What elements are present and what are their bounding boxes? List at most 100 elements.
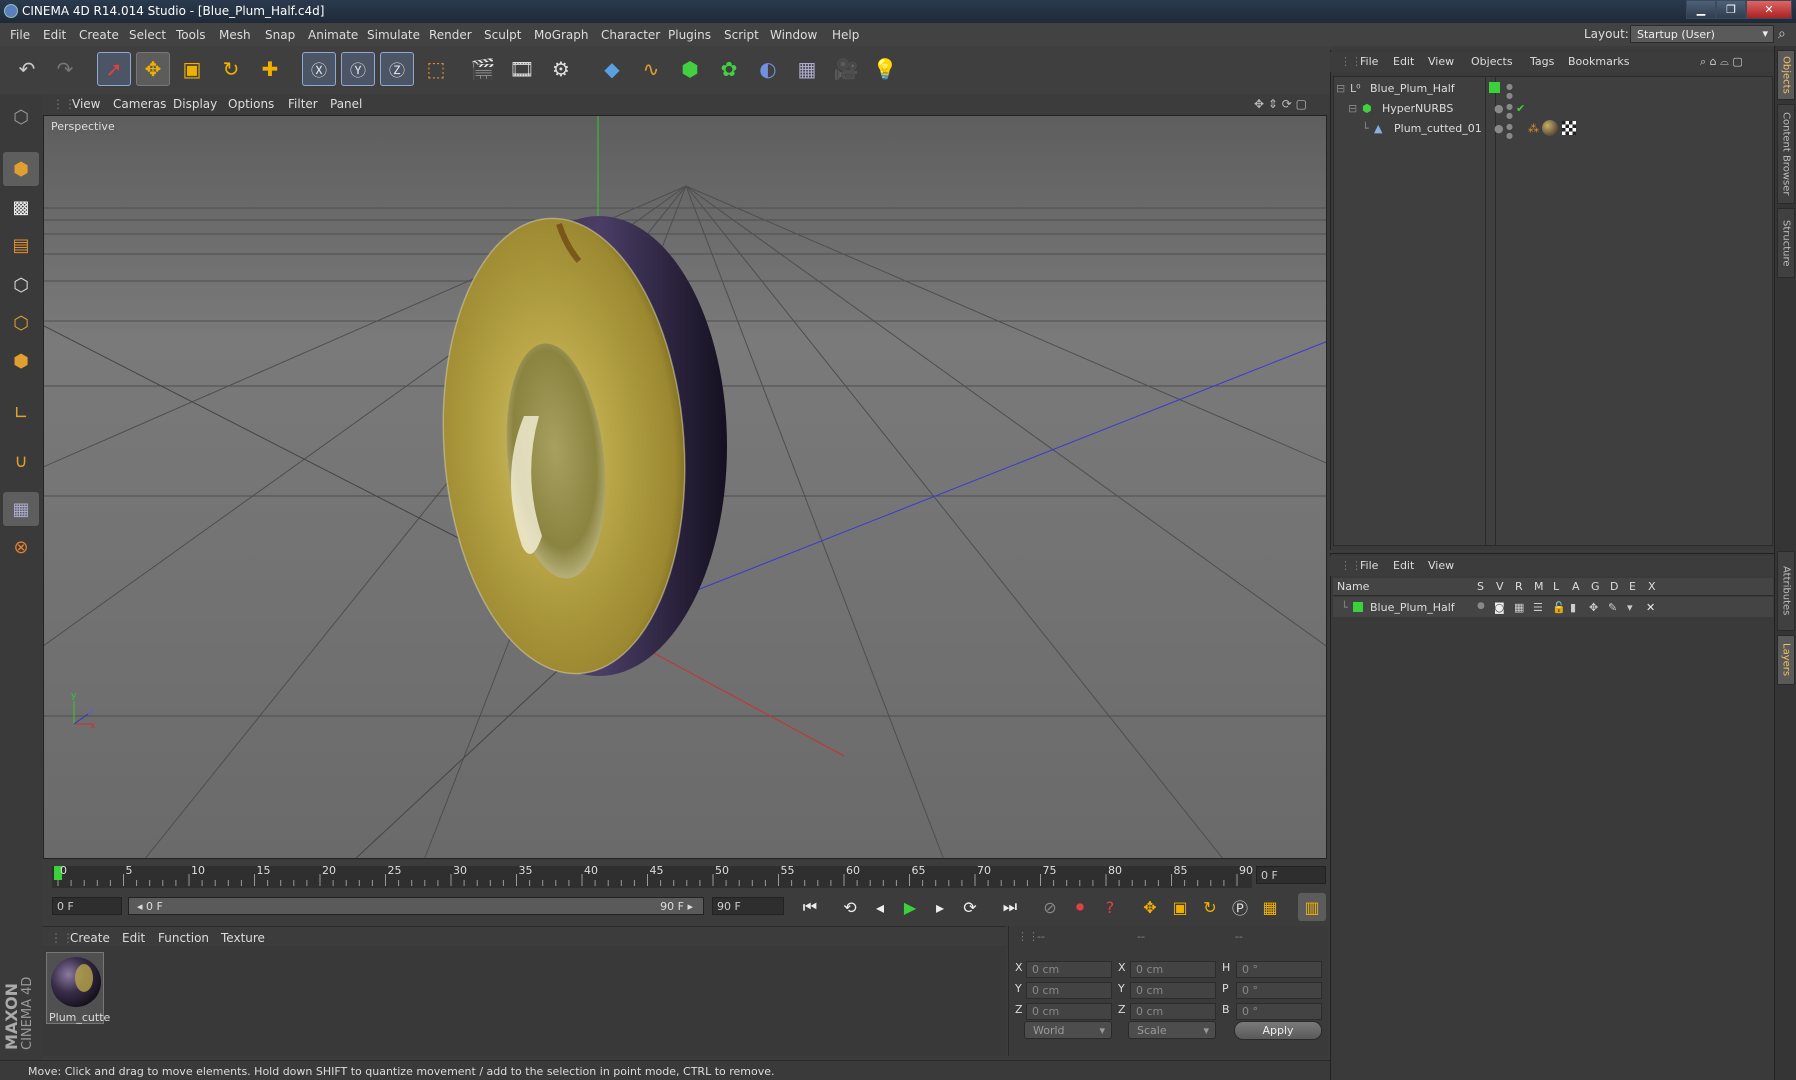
- layers-menu-edit[interactable]: Edit: [1393, 559, 1414, 572]
- workplane-mode-icon[interactable]: ▤: [3, 228, 39, 262]
- position-field[interactable]: 0 cm: [1026, 1003, 1112, 1020]
- edges-mode-icon[interactable]: ⬡: [3, 306, 39, 340]
- scale-tool-icon[interactable]: ▣: [175, 52, 209, 86]
- objects-menu-tags[interactable]: Tags: [1530, 55, 1554, 68]
- menu-character[interactable]: Character: [601, 28, 660, 42]
- z-axis-lock-icon[interactable]: Ⓩ: [380, 52, 414, 86]
- object-row-blue-plum-half[interactable]: ⊟ L⁰ Blue_Plum_Half ● ●: [1336, 78, 1772, 100]
- key-pla-icon[interactable]: ▦: [1256, 893, 1284, 921]
- start-frame-field[interactable]: 0 F: [52, 897, 122, 915]
- light-icon[interactable]: 💡: [868, 52, 902, 86]
- objects-menu-objects[interactable]: Objects: [1471, 55, 1513, 68]
- viewport-menu-filter[interactable]: Filter: [288, 97, 318, 111]
- menu-create[interactable]: Create: [79, 28, 119, 42]
- objects-menu-bookmarks[interactable]: Bookmarks: [1568, 55, 1629, 68]
- size-field[interactable]: 0 cm: [1130, 1003, 1216, 1020]
- key-position-icon[interactable]: ✥: [1136, 893, 1164, 921]
- material-menu-edit[interactable]: Edit: [122, 931, 145, 945]
- recent-tools-icon[interactable]: ✚: [253, 52, 287, 86]
- tab-structure[interactable]: Structure: [1777, 208, 1795, 278]
- live-selection-icon[interactable]: ➚: [97, 52, 131, 86]
- objects-menu-edit[interactable]: Edit: [1393, 55, 1414, 68]
- layer-row[interactable]: └ Blue_Plum_Half ● ◙ ▦ ☰ 🔓 ▮ ✥ ✎ ▾ ✕: [1333, 597, 1773, 617]
- tree-collapse-icon[interactable]: ⊟: [1348, 102, 1357, 115]
- workplane-lock-icon[interactable]: ▦: [3, 492, 39, 526]
- rotation-field[interactable]: 0 °: [1236, 982, 1322, 999]
- move-tool-icon[interactable]: ✥: [136, 52, 170, 86]
- layer-col-generators[interactable]: G: [1591, 580, 1600, 593]
- menu-animate[interactable]: Animate: [308, 28, 358, 42]
- end-frame-field[interactable]: 90 F: [712, 897, 784, 915]
- key-scale-icon[interactable]: ▣: [1166, 893, 1194, 921]
- menu-edit[interactable]: Edit: [43, 28, 66, 42]
- layer-col-xref[interactable]: X: [1648, 580, 1656, 593]
- menu-snap[interactable]: Snap: [265, 28, 295, 42]
- size-mode-dropdown[interactable]: Scale ▾: [1128, 1021, 1216, 1039]
- layer-lock-icon[interactable]: 🔓: [1552, 601, 1566, 614]
- layer-col-view[interactable]: V: [1496, 580, 1504, 593]
- menu-tools[interactable]: Tools: [176, 28, 206, 42]
- maximize-button[interactable]: ❐: [1716, 0, 1746, 19]
- snap-magnet-icon[interactable]: ∪: [3, 444, 39, 478]
- tab-attributes[interactable]: Attributes: [1777, 551, 1795, 631]
- search-icon[interactable]: ⌕: [1778, 26, 1786, 42]
- key-rotation-icon[interactable]: ↻: [1196, 893, 1224, 921]
- next-frame-icon[interactable]: ▸: [926, 893, 954, 921]
- menu-file[interactable]: File: [10, 28, 30, 42]
- viewport-menu-display[interactable]: Display: [173, 97, 217, 111]
- tree-collapse-icon[interactable]: ⊟: [1336, 82, 1345, 95]
- nurbs-icon[interactable]: ⬢: [673, 52, 707, 86]
- layer-render-icon[interactable]: ▦: [1514, 601, 1524, 614]
- layer-col-name[interactable]: Name: [1337, 580, 1369, 593]
- layer-col-render[interactable]: R: [1515, 580, 1523, 593]
- material-menu-function[interactable]: Function: [158, 931, 209, 945]
- make-editable-icon[interactable]: ⬡: [3, 100, 39, 134]
- objects-menu-file[interactable]: File: [1360, 55, 1378, 68]
- cube-object-icon[interactable]: ◆: [595, 52, 629, 86]
- layer-generators-icon[interactable]: ✥: [1589, 601, 1598, 614]
- redo-icon[interactable]: ↷: [48, 52, 82, 86]
- rotation-field[interactable]: 0 °: [1236, 961, 1322, 978]
- play-icon[interactable]: ▶: [896, 893, 924, 921]
- keyframe-selection-icon[interactable]: ?: [1096, 893, 1124, 921]
- layout-select[interactable]: Startup (User): [1630, 25, 1774, 43]
- layer-expressions-icon[interactable]: ▾: [1627, 601, 1633, 614]
- goto-start-icon[interactable]: ⏮: [796, 893, 824, 921]
- locked-workplane-icon[interactable]: ⊗: [3, 530, 39, 564]
- layer-col-animation[interactable]: A: [1572, 580, 1580, 593]
- material-tag-icon[interactable]: [1542, 120, 1558, 136]
- layers-menu-view[interactable]: View: [1428, 559, 1454, 572]
- rotate-tool-icon[interactable]: ↻: [214, 52, 248, 86]
- menu-plugins[interactable]: Plugins: [668, 28, 711, 42]
- y-axis-lock-icon[interactable]: Ⓨ: [341, 52, 375, 86]
- layer-xref-icon[interactable]: ✕: [1646, 601, 1655, 614]
- menu-simulate[interactable]: Simulate: [367, 28, 420, 42]
- layer-color-swatch[interactable]: [1489, 82, 1500, 93]
- material-menu-texture[interactable]: Texture: [221, 931, 265, 945]
- layer-col-locked[interactable]: L: [1553, 580, 1559, 593]
- viewport-nav-icons[interactable]: ✥ ⇕ ⟳ ▢: [1254, 97, 1307, 111]
- texture-mode-icon[interactable]: ▩: [3, 190, 39, 224]
- key-parameter-icon[interactable]: Ⓟ: [1226, 893, 1254, 921]
- visibility-dots-icon[interactable]: ● ●: [1506, 122, 1513, 140]
- render-settings-icon[interactable]: ⚙: [544, 52, 578, 86]
- previous-frame-icon[interactable]: ◂: [866, 893, 894, 921]
- tab-layers[interactable]: Layers: [1777, 635, 1795, 685]
- layer-col-solo[interactable]: S: [1477, 580, 1484, 593]
- layer-deformers-icon[interactable]: ✎: [1608, 601, 1617, 614]
- objects-menu-view[interactable]: View: [1428, 55, 1454, 68]
- menu-help[interactable]: Help: [832, 28, 859, 42]
- menu-mesh[interactable]: Mesh: [219, 28, 251, 42]
- layer-view-icon[interactable]: ◙: [1494, 601, 1505, 614]
- camera-icon[interactable]: 🎥: [829, 52, 863, 86]
- next-key-icon[interactable]: ⟳: [956, 893, 984, 921]
- record-keys-icon[interactable]: ⊘: [1036, 893, 1064, 921]
- floor-icon[interactable]: ▦: [790, 52, 824, 86]
- uvw-tag-icon[interactable]: [1562, 121, 1576, 135]
- minimize-button[interactable]: ▁: [1686, 0, 1716, 19]
- rotation-field[interactable]: 0 °: [1236, 1003, 1322, 1020]
- timeline-window-icon[interactable]: ▥: [1298, 893, 1326, 921]
- viewport-menu-panel[interactable]: Panel: [330, 97, 362, 111]
- render-picture-viewer-icon[interactable]: 🎞: [505, 52, 539, 86]
- layer-manager-icon[interactable]: ☰: [1533, 601, 1543, 614]
